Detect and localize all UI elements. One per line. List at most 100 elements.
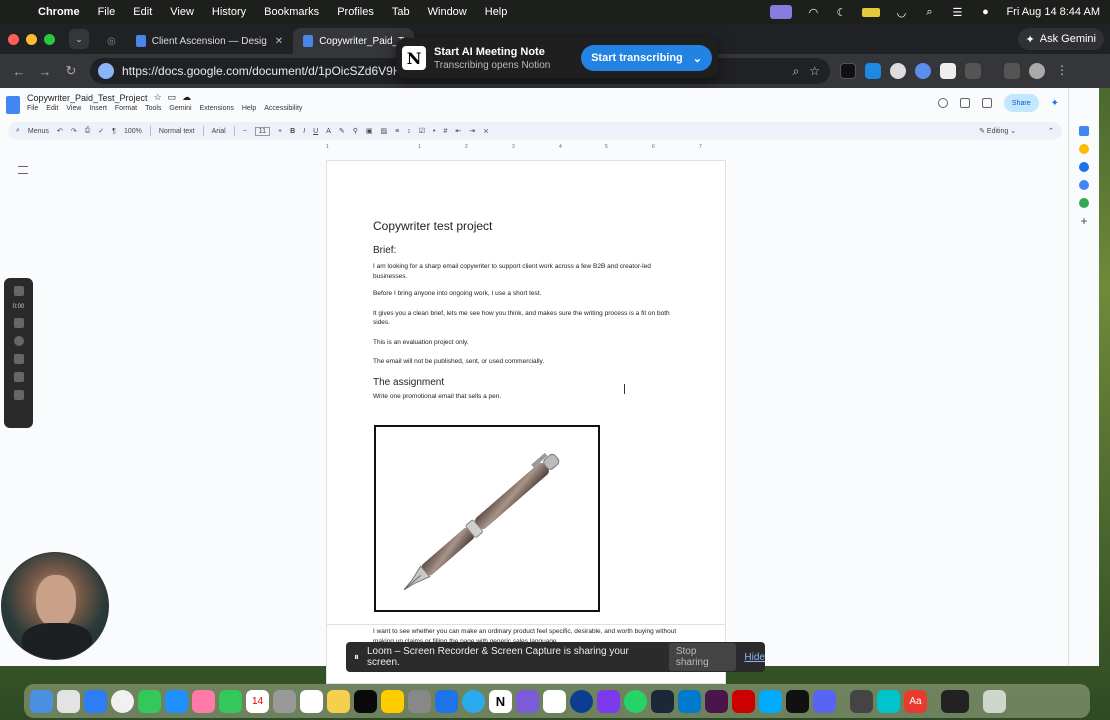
- tasks-icon[interactable]: [1079, 162, 1089, 172]
- menu-chrome[interactable]: Chrome: [38, 6, 80, 18]
- font-size-increase-icon[interactable]: +: [278, 128, 282, 135]
- keep-icon[interactable]: [1079, 144, 1089, 154]
- version-history-icon[interactable]: [937, 98, 948, 108]
- profile-avatar[interactable]: [1029, 63, 1045, 79]
- add-addon-icon[interactable]: +: [1079, 215, 1089, 227]
- calendar-app-icon[interactable]: 14: [246, 689, 269, 713]
- calendar-icon[interactable]: [1079, 126, 1089, 136]
- indent-more-icon[interactable]: ⇥: [469, 127, 475, 135]
- telegram-icon[interactable]: [462, 689, 485, 713]
- star-icon[interactable]: ☆: [154, 92, 162, 103]
- font-select[interactable]: Arial: [212, 128, 226, 135]
- stocks-icon[interactable]: [354, 689, 377, 713]
- maps-icon[interactable]: [1079, 198, 1089, 208]
- mail-icon[interactable]: [84, 689, 107, 713]
- arc-icon[interactable]: [570, 689, 593, 713]
- drag-handle-icon[interactable]: [13, 390, 24, 400]
- extension-grammar-icon[interactable]: [940, 63, 956, 79]
- image-icon[interactable]: ▨: [381, 127, 388, 135]
- numbered-list-icon[interactable]: #: [443, 128, 447, 135]
- search-icon[interactable]: ⌕: [922, 6, 936, 18]
- menu-edit[interactable]: Edit: [133, 6, 152, 18]
- gemini-sparkle-icon[interactable]: ✦: [1051, 98, 1059, 109]
- docs-menu-help[interactable]: Help: [242, 105, 256, 112]
- menu-history[interactable]: History: [212, 6, 246, 18]
- meet-video-icon[interactable]: [981, 98, 992, 108]
- launchpad-icon[interactable]: [57, 689, 80, 713]
- facetime-icon[interactable]: [219, 689, 242, 713]
- photos-icon[interactable]: [192, 689, 215, 713]
- docs-menu-accessibility[interactable]: Accessibility: [264, 105, 302, 112]
- stop-recording-icon[interactable]: [13, 286, 24, 296]
- horizontal-ruler[interactable]: 1 1 2 3 4 5 6 7: [326, 144, 726, 152]
- reminders-icon[interactable]: [300, 689, 323, 713]
- menu-window[interactable]: Window: [428, 6, 467, 18]
- docs-menu-file[interactable]: File: [27, 105, 38, 112]
- extensions-puzzle-icon[interactable]: [965, 63, 981, 79]
- font-size-input[interactable]: 11: [254, 126, 271, 136]
- pen-image[interactable]: [374, 425, 600, 612]
- claude-icon[interactable]: [543, 689, 566, 713]
- close-window-button[interactable]: [8, 33, 19, 45]
- siri-icon[interactable]: ●: [978, 6, 992, 18]
- finder-icon[interactable]: [30, 689, 53, 713]
- checklist-icon[interactable]: ☑: [419, 127, 425, 135]
- clear-formatting-icon[interactable]: ⨯: [483, 127, 489, 135]
- back-icon[interactable]: ←: [12, 64, 26, 79]
- chrome-icon[interactable]: [111, 689, 134, 713]
- cloud-saved-icon[interactable]: ☁: [182, 92, 191, 103]
- url-text[interactable]: https://docs.google.com/document/d/1pOic…: [122, 64, 425, 78]
- spellcheck-icon[interactable]: ✓: [98, 127, 104, 135]
- stop-sharing-button[interactable]: Stop sharing: [668, 643, 737, 671]
- chevron-down-icon[interactable]: ⌄: [693, 52, 702, 65]
- document-body[interactable]: Copywriter test project Brief: I am look…: [373, 219, 683, 411]
- docs-menu-gemini[interactable]: Gemini: [169, 105, 191, 112]
- collapse-toolbar-icon[interactable]: ⌃: [1048, 127, 1054, 135]
- discord-icon[interactable]: [813, 689, 836, 713]
- document-page[interactable]: Copywriter test project Brief: I am look…: [326, 160, 726, 630]
- menu-bookmarks[interactable]: Bookmarks: [264, 6, 319, 18]
- tab-search-chevron-icon[interactable]: ⌄: [69, 29, 89, 49]
- slack-icon[interactable]: [705, 689, 728, 713]
- paint-format-icon[interactable]: ¶: [112, 128, 116, 135]
- extension-white-icon[interactable]: [890, 63, 906, 79]
- canva-icon[interactable]: [877, 689, 900, 713]
- trash-icon[interactable]: [983, 689, 1006, 713]
- messages-icon[interactable]: [138, 689, 161, 713]
- bookmark-star-icon[interactable]: ☆: [809, 64, 820, 78]
- docs-menu-insert[interactable]: Insert: [89, 105, 107, 112]
- terminal-icon[interactable]: [786, 689, 809, 713]
- menus-search-label[interactable]: Menus: [28, 128, 49, 135]
- align-icon[interactable]: ≡: [395, 128, 399, 135]
- zoom-app-icon[interactable]: [597, 689, 620, 713]
- moon-icon[interactable]: ☾: [834, 6, 848, 19]
- notion-app-icon[interactable]: N: [489, 689, 512, 713]
- maximize-window-button[interactable]: [44, 33, 55, 45]
- menu-profiles[interactable]: Profiles: [337, 6, 374, 18]
- docs-menu-extensions[interactable]: Extensions: [200, 105, 234, 112]
- indent-less-icon[interactable]: ⇤: [455, 127, 461, 135]
- share-button[interactable]: Share: [1003, 94, 1039, 112]
- notes-icon[interactable]: [327, 689, 350, 713]
- menu-clock[interactable]: Fri Aug 14 8:44 AM: [1006, 6, 1100, 18]
- ask-gemini-button[interactable]: ✦ Ask Gemini: [1017, 28, 1104, 50]
- font-size-decrease-icon[interactable]: −: [243, 128, 247, 135]
- battery-icon[interactable]: [862, 7, 881, 17]
- print-icon[interactable]: ⎙: [85, 127, 91, 135]
- extension-loom-icon[interactable]: [915, 63, 931, 79]
- editing-mode-select[interactable]: ✎ Editing ⌄: [979, 127, 1016, 135]
- pause-bars-icon[interactable]: ⏸: [354, 652, 359, 663]
- x-extension-icon[interactable]: [840, 63, 856, 79]
- loom-app-icon[interactable]: [516, 689, 539, 713]
- move-folder-icon[interactable]: ▭: [168, 92, 177, 103]
- minimized-window-icon[interactable]: [941, 689, 969, 713]
- underline-icon[interactable]: U: [313, 128, 318, 135]
- draw-icon[interactable]: [13, 372, 24, 382]
- wifi-icon[interactable]: ◡: [894, 6, 908, 19]
- redo-icon[interactable]: ↷: [71, 127, 77, 135]
- app-store-icon[interactable]: [435, 689, 458, 713]
- zoom-select[interactable]: 100%: [124, 128, 142, 135]
- download-icon[interactable]: [1004, 63, 1020, 79]
- link-icon[interactable]: ⚲: [353, 127, 358, 135]
- menu-help[interactable]: Help: [485, 6, 508, 18]
